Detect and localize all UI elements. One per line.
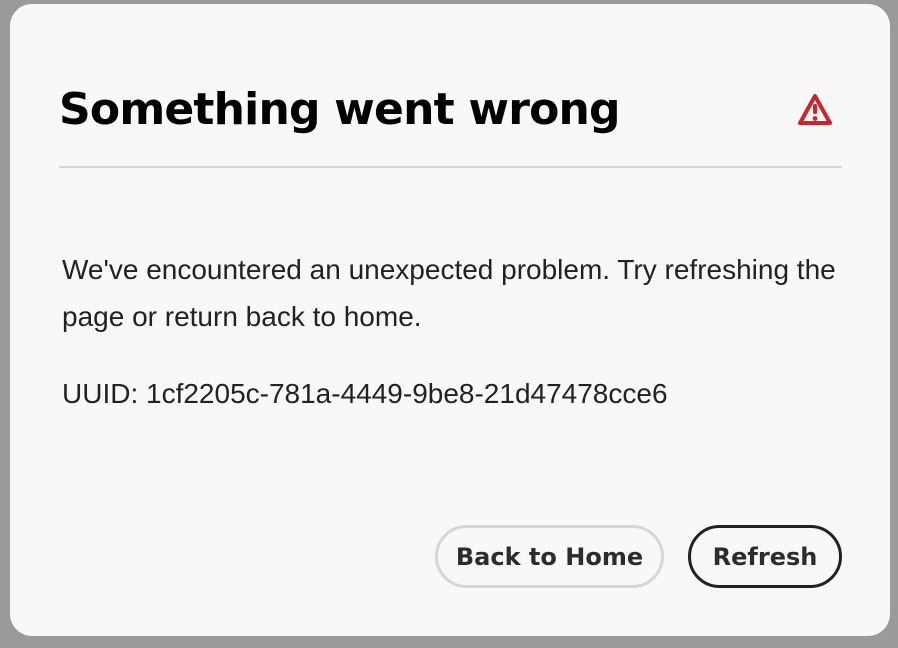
error-dialog: Something went wrong We've encountered a… <box>10 4 890 636</box>
error-message: We've encountered an unexpected problem.… <box>62 254 836 332</box>
back-to-home-button[interactable]: Back to Home <box>435 525 664 588</box>
alert-triangle-icon <box>796 92 834 128</box>
dialog-header: Something went wrong <box>59 76 842 168</box>
error-uuid: UUID: 1cf2205c-781a-4449-9be8-21d47478cc… <box>62 378 668 409</box>
dialog-title: Something went wrong <box>59 84 621 135</box>
refresh-button[interactable]: Refresh <box>688 525 842 588</box>
